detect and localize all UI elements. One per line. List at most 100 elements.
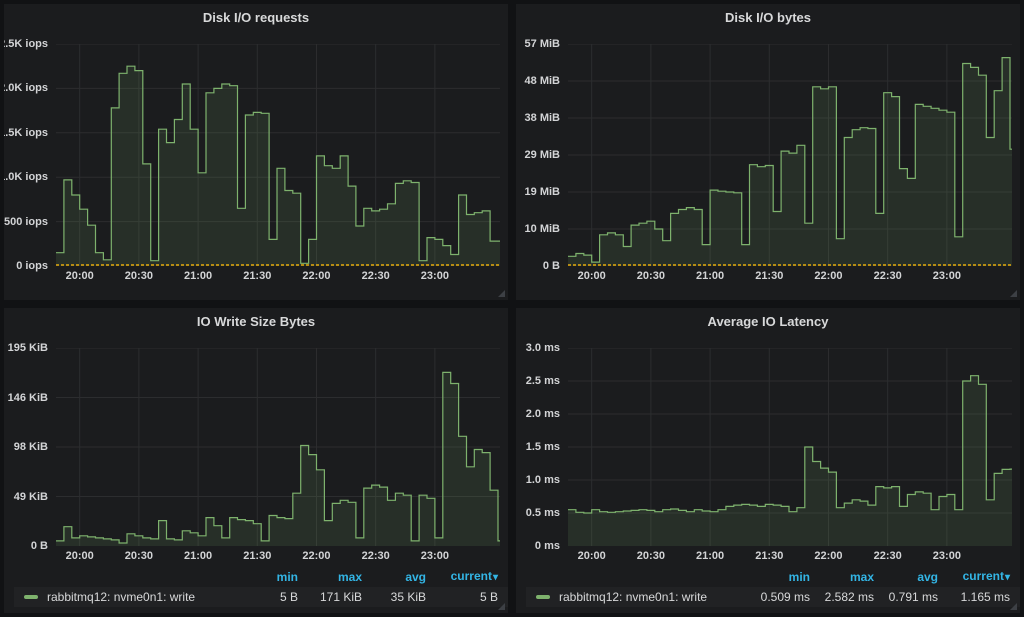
legend-sort-min[interactable]: min (746, 570, 810, 584)
plot-area[interactable]: 20:0020:3021:0021:3022:0022:3023:00 (568, 348, 1012, 567)
plot-area[interactable]: 20:0020:3021:0021:3022:0022:3023:00 (56, 44, 500, 287)
y-tick-label: 195 KiB (8, 342, 48, 354)
panel-disk-io-requests: Disk I/O requests 2.5K iops 2.0K iops 1.5K… (4, 4, 508, 300)
legend-sort-min[interactable]: min (234, 570, 298, 584)
legend-header-row: min max avg current▾ (4, 569, 508, 584)
series-area-fill (56, 66, 500, 266)
x-tick-label: 20:00 (578, 550, 606, 562)
panel-title[interactable]: Disk I/O requests (4, 4, 508, 30)
legend-current-value: 1.165 ms (938, 590, 1010, 604)
x-tick-label: 22:00 (302, 550, 330, 562)
x-tick-label: 23:00 (933, 270, 961, 282)
series-name[interactable]: rabbitmq12: nvme0n1: write (559, 590, 746, 604)
x-tick-label: 22:00 (814, 550, 842, 562)
legend-series-row[interactable]: rabbitmq12: nvme0n1: write 5 B 171 KiB 3… (14, 587, 508, 607)
series-area-fill (56, 372, 500, 546)
x-tick-label: 20:00 (578, 270, 606, 282)
x-axis: 20:0020:3021:0021:3022:0022:3023:00 (568, 549, 1012, 567)
x-tick-label: 21:30 (243, 550, 271, 562)
y-tick-label: 98 KiB (14, 441, 48, 453)
series-area-fill (568, 58, 1012, 266)
series-color-swatch (24, 595, 38, 599)
plot-area[interactable]: 20:0020:3021:0021:3022:0022:3023:00 (56, 348, 500, 567)
series-name[interactable]: rabbitmq12: nvme0n1: write (47, 590, 234, 604)
resize-handle-icon[interactable] (1010, 290, 1017, 297)
sort-caret-icon: ▾ (1005, 572, 1010, 583)
panel-average-io-latency: Average IO Latency 3.0 ms 2.5 ms 2.0 ms 1.5… (516, 308, 1020, 613)
resize-handle-icon[interactable] (1010, 603, 1017, 610)
y-tick-label: 1.0K iops (4, 171, 48, 183)
panel-title[interactable]: Average IO Latency (516, 308, 1020, 334)
legend-series-row[interactable]: rabbitmq12: nvme0n1: write 0.509 ms 2.58… (526, 587, 1020, 607)
legend-min-value: 0.509 ms (746, 590, 810, 604)
x-tick-label: 21:00 (696, 550, 724, 562)
x-tick-label: 23:00 (933, 550, 961, 562)
y-axis: 3.0 ms2.5 ms2.0 ms1.5 ms1.0 ms0.5 ms0 ms (516, 348, 568, 546)
x-tick-label: 22:00 (302, 270, 330, 282)
y-tick-label: 38 MiB (525, 112, 560, 124)
legend-current-value: 5 B (426, 590, 498, 604)
y-tick-label: 57 MiB (525, 38, 560, 50)
resize-handle-icon[interactable] (498, 603, 505, 610)
x-axis: 20:0020:3021:0021:3022:0022:3023:00 (56, 549, 500, 567)
y-tick-label: 0 B (543, 260, 560, 272)
x-tick-label: 23:00 (421, 550, 449, 562)
x-tick-label: 21:00 (184, 270, 212, 282)
legend-sort-current-label: current (963, 569, 1004, 583)
chart-average-io-latency (568, 348, 1012, 546)
legend-header-row: min max avg current▾ (516, 569, 1020, 584)
x-tick-label: 20:30 (637, 270, 665, 282)
dashboard: Disk I/O requests 2.5K iops 2.0K iops 1.5K… (0, 0, 1024, 617)
series-line (568, 376, 1012, 513)
y-tick-label: 19 MiB (525, 186, 560, 198)
x-tick-label: 22:30 (362, 270, 390, 282)
legend-sort-current[interactable]: current▾ (938, 569, 1010, 585)
y-tick-label: 0.5 ms (526, 507, 560, 519)
y-tick-label: 1.0 ms (526, 474, 560, 486)
x-tick-label: 21:00 (696, 270, 724, 282)
chart-io-write-size-bytes (56, 348, 500, 546)
plot-area[interactable]: 20:0020:3021:0021:3022:0022:3023:00 (568, 44, 1012, 287)
legend-avg-value: 0.791 ms (874, 590, 938, 604)
x-tick-label: 20:00 (66, 550, 94, 562)
y-tick-label: 500 iops (4, 216, 48, 228)
chart-disk-io-bytes (568, 44, 1012, 266)
legend-sort-current[interactable]: current▾ (426, 569, 498, 585)
resize-handle-icon[interactable] (498, 290, 505, 297)
y-tick-label: 0 ms (535, 540, 560, 552)
legend-sort-max[interactable]: max (810, 570, 874, 584)
y-tick-label: 49 KiB (14, 491, 48, 503)
y-tick-label: 1.5K iops (4, 127, 48, 139)
y-axis: 57 MiB48 MiB38 MiB29 MiB19 MiB10 MiB0 B (516, 44, 568, 266)
x-tick-label: 21:30 (243, 270, 271, 282)
y-tick-label: 10 MiB (525, 223, 560, 235)
legend-sort-max[interactable]: max (298, 570, 362, 584)
x-tick-label: 20:30 (125, 550, 153, 562)
y-tick-label: 2.0 ms (526, 408, 560, 420)
panel-title[interactable]: Disk I/O bytes (516, 4, 1020, 30)
x-tick-label: 22:30 (874, 270, 902, 282)
legend-max-value: 171 KiB (298, 590, 362, 604)
y-tick-label: 2.5K iops (4, 38, 48, 50)
x-tick-label: 20:30 (637, 550, 665, 562)
legend-sort-avg[interactable]: avg (362, 570, 426, 584)
y-axis: 195 KiB146 KiB98 KiB49 KiB0 B (4, 348, 56, 546)
legend-sort-current-label: current (451, 569, 492, 583)
legend-sort-avg[interactable]: avg (874, 570, 938, 584)
chart-disk-io-requests (56, 44, 500, 266)
x-tick-label: 22:30 (874, 550, 902, 562)
y-axis: 2.5K iops2.0K iops1.5K iops1.0K iops500 … (4, 44, 56, 266)
y-tick-label: 3.0 ms (526, 342, 560, 354)
x-axis: 20:0020:3021:0021:3022:0022:3023:00 (56, 269, 500, 287)
x-tick-label: 20:30 (125, 270, 153, 282)
y-tick-label: 2.0K iops (4, 82, 48, 94)
series-color-swatch (536, 595, 550, 599)
y-tick-label: 2.5 ms (526, 375, 560, 387)
y-tick-label: 29 MiB (525, 149, 560, 161)
panel-io-write-size-bytes: IO Write Size Bytes 195 KiB146 KiB98 KiB… (4, 308, 508, 613)
x-tick-label: 20:00 (66, 270, 94, 282)
y-tick-label: 1.5 ms (526, 441, 560, 453)
panel-title[interactable]: IO Write Size Bytes (4, 308, 508, 334)
y-tick-label: 0 B (31, 540, 48, 552)
legend-avg-value: 35 KiB (362, 590, 426, 604)
